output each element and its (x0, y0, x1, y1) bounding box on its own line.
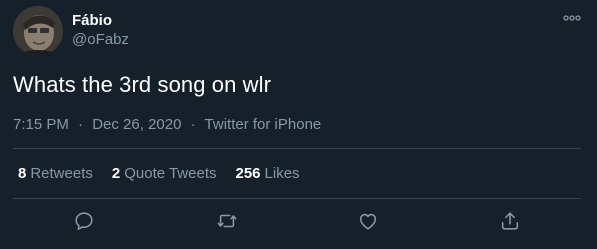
likes-label: Likes (264, 165, 300, 182)
retweets-stat[interactable]: 8 Retweets (18, 165, 93, 182)
quote-tweets-stat[interactable]: 2 Quote Tweets (112, 165, 217, 182)
retweets-label: Retweets (30, 165, 93, 182)
tweet-time[interactable]: 7:15 PM (13, 116, 69, 133)
quote-tweets-label: Quote Tweets (124, 165, 217, 182)
more-options-button[interactable] (562, 10, 582, 26)
divider (13, 148, 581, 149)
likes-stat[interactable]: 256 Likes (236, 165, 300, 182)
meta-separator: · (78, 116, 84, 133)
retweet-icon (217, 214, 237, 228)
tweet-stats: 8 Retweets 2 Quote Tweets 256 Likes (18, 165, 300, 182)
reply-button[interactable] (73, 210, 95, 232)
meta-separator: · (190, 116, 196, 133)
divider (13, 198, 581, 199)
author-name[interactable]: Fábio (72, 12, 112, 29)
more-horizontal-icon (563, 15, 581, 21)
tweet-meta: 7:15 PM · Dec 26, 2020 · Twitter for iPh… (13, 116, 321, 133)
like-button[interactable] (357, 210, 379, 232)
share-icon (501, 212, 519, 230)
avatar[interactable] (13, 6, 63, 56)
quote-tweets-count: 2 (111, 165, 121, 182)
retweet-button[interactable] (216, 210, 238, 232)
tweet-card: Fábio @oFabz Whats the 3rd song on wlr 7… (0, 0, 597, 249)
likes-count: 256 (235, 165, 261, 182)
tweet-text: Whats the 3rd song on wlr (13, 72, 272, 97)
share-button[interactable] (499, 210, 521, 232)
tweet-source[interactable]: Twitter for iPhone (205, 116, 322, 133)
reply-icon (75, 212, 93, 231)
retweets-count: 8 (18, 165, 27, 182)
avatar-photo (13, 6, 63, 56)
like-icon (359, 213, 377, 230)
tweet-date[interactable]: Dec 26, 2020 (92, 116, 181, 133)
author-handle[interactable]: @oFabz (72, 31, 129, 48)
